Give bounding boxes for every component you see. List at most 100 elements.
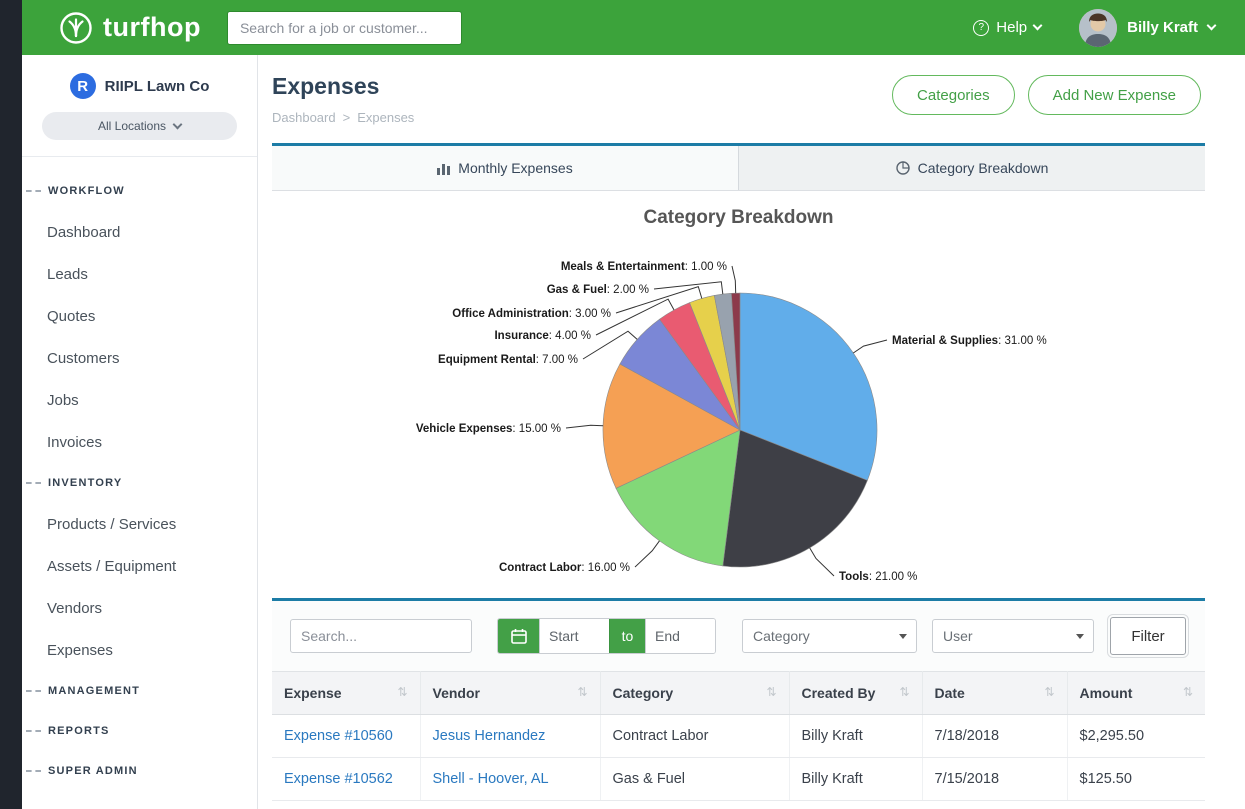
- pie-label-leader: [810, 548, 834, 576]
- category-select-wrap: Category: [742, 619, 917, 653]
- tab-monthly-expenses[interactable]: Monthly Expenses: [272, 146, 738, 190]
- table-row: Expense #10560 Jesus Hernandez Contract …: [272, 715, 1205, 758]
- help-menu[interactable]: ? Help: [973, 19, 1041, 36]
- page-head: Expenses Dashboard > Expenses Categories…: [258, 55, 1245, 143]
- column-header-date[interactable]: ⇅ Date: [922, 672, 1067, 715]
- category-cell: Contract Labor: [600, 715, 789, 758]
- expense-link[interactable]: Expense #10560: [284, 728, 393, 744]
- category-cell: Gas & Fuel: [600, 758, 789, 801]
- location-label: All Locations: [98, 119, 166, 133]
- global-search-input[interactable]: [227, 11, 462, 45]
- table-search-input[interactable]: [290, 619, 472, 653]
- add-new-expense-button[interactable]: Add New Expense: [1028, 75, 1201, 115]
- sidebar: R RIIPL Lawn Co All Locations WORKFLOW D…: [22, 55, 258, 809]
- pie-label-leader: [566, 425, 603, 428]
- sort-icon[interactable]: ⇅: [1044, 685, 1054, 699]
- pie-chart-icon: [896, 161, 910, 175]
- sort-icon[interactable]: ⇅: [397, 685, 407, 699]
- vendor-link[interactable]: Shell - Hoover, AL: [433, 771, 549, 787]
- sidebar-item-leads[interactable]: Leads: [22, 253, 257, 295]
- filter-button[interactable]: Filter: [1110, 617, 1186, 655]
- pie-label: Vehicle Expenses: 15.00 %: [416, 423, 561, 435]
- sort-icon[interactable]: ⇅: [766, 685, 776, 699]
- pie-label-leader: [635, 541, 660, 567]
- sort-icon[interactable]: ⇅: [577, 685, 587, 699]
- pie-label-leader: [732, 266, 736, 293]
- sidebar-item-customers[interactable]: Customers: [22, 337, 257, 379]
- turfhop-logo-icon: [58, 10, 94, 46]
- chart-title: Category Breakdown: [272, 191, 1205, 229]
- column-header-vendor[interactable]: ⇅ Vendor: [420, 672, 600, 715]
- created-by-cell: Billy Kraft: [789, 715, 922, 758]
- vendor-link[interactable]: Jesus Hernandez: [433, 728, 546, 744]
- company-logo: R: [70, 73, 96, 99]
- tabbar: Monthly Expenses Category Breakdown: [272, 143, 1205, 191]
- sidebar-item-jobs[interactable]: Jobs: [22, 379, 257, 421]
- sidebar-item-dashboard[interactable]: Dashboard: [22, 211, 257, 253]
- expenses-table: ⇅ Expense ⇅ Vendor ⇅ Category ⇅ Created …: [272, 671, 1205, 801]
- nav-section-super-admin[interactable]: SUPER ADMIN: [22, 751, 257, 791]
- category-select[interactable]: Category: [742, 619, 917, 653]
- pie-label: Tools: 21.00 %: [839, 571, 917, 583]
- sort-icon[interactable]: ⇅: [1183, 685, 1193, 699]
- company-row[interactable]: R RIIPL Lawn Co: [42, 73, 237, 99]
- column-header-amount[interactable]: ⇅ Amount: [1067, 672, 1205, 715]
- sort-icon[interactable]: ⇅: [899, 685, 909, 699]
- company-name: RIIPL Lawn Co: [105, 78, 210, 95]
- chevron-down-icon: [1207, 21, 1217, 31]
- pie-label: Insurance: 4.00 %: [494, 330, 591, 342]
- column-header-created-by[interactable]: ⇅ Created By: [789, 672, 922, 715]
- pie-label: Office Administration: 3.00 %: [452, 308, 611, 320]
- nav-section-management[interactable]: MANAGEMENT: [22, 671, 257, 711]
- pie-label: Gas & Fuel: 2.00 %: [547, 284, 649, 296]
- pie-label: Equipment Rental: 7.00 %: [438, 354, 578, 366]
- amount-cell: $2,295.50: [1067, 715, 1205, 758]
- breadcrumb-separator: >: [343, 110, 351, 125]
- header-right: ? Help Billy Kraft: [973, 9, 1215, 47]
- date-start-input[interactable]: [539, 619, 609, 653]
- section-tick: [26, 730, 41, 732]
- chevron-down-icon: [1033, 21, 1043, 31]
- location-selector[interactable]: All Locations: [42, 112, 237, 140]
- user-select-wrap: User: [932, 619, 1094, 653]
- date-end-input[interactable]: [645, 619, 715, 653]
- sidebar-item-expenses[interactable]: Expenses: [22, 629, 257, 671]
- categories-button[interactable]: Categories: [892, 75, 1015, 115]
- sidebar-item-products-services[interactable]: Products / Services: [22, 503, 257, 545]
- table-header-row: ⇅ Expense ⇅ Vendor ⇅ Category ⇅ Created …: [272, 672, 1205, 715]
- help-icon: ?: [973, 20, 989, 36]
- sidebar-item-vendors[interactable]: Vendors: [22, 587, 257, 629]
- nav-section-inventory: INVENTORY: [22, 463, 257, 503]
- date-to-label: to: [609, 619, 645, 653]
- main-content: Expenses Dashboard > Expenses Categories…: [258, 55, 1245, 809]
- column-header-expense[interactable]: ⇅ Expense: [272, 672, 420, 715]
- nav-section-reports[interactable]: REPORTS: [22, 711, 257, 751]
- date-cell: 7/15/2018: [922, 758, 1067, 801]
- amount-cell: $125.50: [1067, 758, 1205, 801]
- breadcrumb-expenses: Expenses: [357, 110, 414, 125]
- collapsed-nav-strip: [0, 0, 22, 809]
- calendar-button[interactable]: [498, 619, 539, 653]
- pie-label: Material & Supplies: 31.00 %: [892, 335, 1047, 347]
- sidebar-item-assets-equipment[interactable]: Assets / Equipment: [22, 545, 257, 587]
- company-block: R RIIPL Lawn Co All Locations: [22, 55, 257, 157]
- sidebar-nav: WORKFLOW Dashboard Leads Quotes Customer…: [22, 157, 257, 791]
- table-row: Expense #10562 Shell - Hoover, AL Gas & …: [272, 758, 1205, 801]
- chevron-down-icon: [173, 119, 183, 129]
- breadcrumb-dashboard[interactable]: Dashboard: [272, 110, 336, 125]
- pie-label-leader: [654, 282, 723, 294]
- sidebar-item-invoices[interactable]: Invoices: [22, 421, 257, 463]
- column-header-category[interactable]: ⇅ Category: [600, 672, 789, 715]
- avatar: [1079, 9, 1117, 47]
- tab-category-breakdown[interactable]: Category Breakdown: [738, 146, 1205, 190]
- logo[interactable]: turfhop: [58, 10, 201, 46]
- sidebar-item-quotes[interactable]: Quotes: [22, 295, 257, 337]
- top-header: turfhop ? Help Billy Kraft: [22, 0, 1245, 55]
- pie-label: Contract Labor: 16.00 %: [499, 562, 630, 574]
- user-menu[interactable]: Billy Kraft: [1079, 9, 1215, 47]
- section-tick: [26, 482, 41, 484]
- date-range-group: to: [497, 618, 716, 654]
- expense-link[interactable]: Expense #10562: [284, 771, 393, 787]
- user-select[interactable]: User: [932, 619, 1094, 653]
- nav-section-workflow: WORKFLOW: [22, 171, 257, 211]
